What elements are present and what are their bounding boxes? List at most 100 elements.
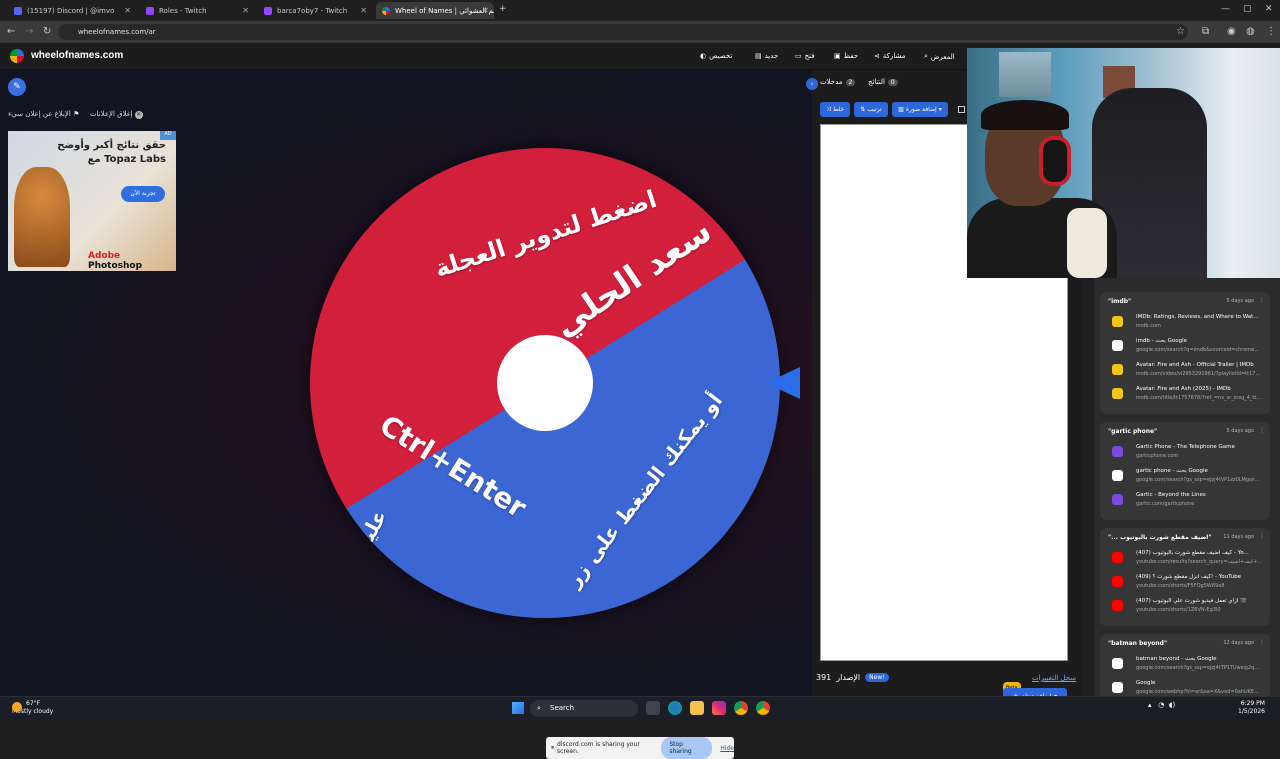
- site-logo-text[interactable]: wheelofnames.com: [31, 50, 123, 61]
- wheel-logo-icon[interactable]: [10, 49, 24, 63]
- instagram-icon[interactable]: [712, 701, 726, 715]
- wheel-area: ✎ إغلاق الإعلانات ✕ الإبلاغ عن إعلان سيء…: [0, 70, 812, 759]
- history-item[interactable]: Google google.com/webhp?hl=ar&sa=X&ved=0a…: [1108, 678, 1268, 696]
- more-options-icon[interactable]: ⋮: [1259, 639, 1265, 646]
- hide-share-bar-button[interactable]: Hide: [720, 745, 734, 752]
- shuffle-button[interactable]: ⤨ خلط: [820, 102, 850, 117]
- spinning-wheel[interactable]: سعد الحلي اضغط لتدوير العجلة أو يمكنك ال…: [310, 148, 780, 618]
- chrome-icon[interactable]: [734, 701, 748, 715]
- menu-dots-icon[interactable]: ⋮: [1266, 26, 1276, 37]
- save-button[interactable]: ▣ حفظ: [834, 52, 858, 60]
- advanced-checkbox[interactable]: [958, 106, 965, 113]
- tab-entries[interactable]: مدخلات 2: [820, 78, 856, 86]
- chevron-up-icon: ▴: [1148, 701, 1152, 709]
- history-item[interactable]: Gartic - Beyond the Lines gartic.com/gart…: [1108, 490, 1268, 512]
- history-item[interactable]: (407) كيف اضيف مقطع شورت باليوتيوب - Yo.…: [1108, 548, 1268, 570]
- changelog-link[interactable]: سجل التغييرات: [1032, 674, 1076, 682]
- browser-tab-wheel[interactable]: Wheel of Names | عجلة الاسم العشوائي ✕: [376, 2, 494, 19]
- twitch-icon: [264, 6, 272, 15]
- chrome-profile-icon[interactable]: [756, 701, 770, 715]
- browser-tab-roles[interactable]: Roles - Twitch ✕: [140, 2, 254, 19]
- edit-pencil-button[interactable]: ✎: [8, 78, 26, 96]
- shuffle-icon: ⤨: [825, 105, 831, 113]
- chevron-right-icon: ›: [806, 78, 818, 90]
- profile-avatar-icon[interactable]: ◍: [1246, 26, 1255, 37]
- history-group-age: 11 days ago: [1223, 534, 1254, 540]
- edge-icon[interactable]: [668, 701, 682, 715]
- browser-tab-barca[interactable]: barca7oby7 - Twitch ✕: [258, 2, 372, 19]
- history-item[interactable]: Avatar: Fire and Ash (2025) - IMDb imdb.c…: [1108, 384, 1268, 406]
- close-tab-icon[interactable]: ✕: [482, 6, 489, 15]
- browser-tab-discord[interactable]: (15197) Discord | @imvo ✕: [8, 2, 136, 19]
- history-item-url: garticphone.com: [1136, 453, 1179, 459]
- twitch-icon: [146, 6, 154, 15]
- gallery-button[interactable]: ⌕ المعرض: [924, 52, 955, 61]
- history-group-query[interactable]: "imdb": [1108, 298, 1131, 305]
- ad-headline: حقق نتائج أكبر وأوضح مع Topaz Labs: [57, 140, 166, 165]
- advertisement-banner[interactable]: حقق نتائج أكبر وأوضح مع Topaz Labs تجربة…: [8, 131, 176, 271]
- system-tray[interactable]: ▴ ◔ ◖): [1148, 701, 1175, 709]
- new-button[interactable]: ▤ جديد: [755, 52, 778, 60]
- tab-results[interactable]: النتائج 0: [868, 78, 898, 86]
- weather-widget[interactable]: 67°F Mostly cloudy: [12, 700, 53, 716]
- task-view-icon[interactable]: [646, 701, 660, 715]
- history-group-query[interactable]: "batman beyond": [1108, 640, 1167, 647]
- start-button[interactable]: [512, 702, 524, 714]
- open-button[interactable]: ▭ فتح: [795, 52, 815, 60]
- maximize-icon[interactable]: ▢: [1243, 4, 1252, 14]
- report-ad-link[interactable]: الإبلاغ عن إعلان سيء ⚑: [8, 110, 79, 118]
- file-explorer-icon[interactable]: [690, 701, 704, 715]
- wheel-logo-icon: [382, 6, 390, 15]
- more-options-icon[interactable]: ⋮: [1259, 533, 1265, 540]
- history-item[interactable]: (407) ازاي تعمل فيديو شورت علي اليوتيوب …: [1108, 596, 1268, 618]
- history-item[interactable]: gartic phone - بحث Google google.com/sear…: [1108, 466, 1268, 488]
- more-options-icon[interactable]: ⋮: [1259, 297, 1265, 304]
- history-panel: "imdb" 5 days ago ⋮ IMDb: Ratings, Reviews,…: [1094, 278, 1280, 696]
- minimize-icon[interactable]: —: [1221, 4, 1230, 14]
- speaker-icon: ◖): [1168, 701, 1176, 709]
- close-tab-icon[interactable]: ✕: [242, 6, 249, 15]
- close-ads-link[interactable]: إغلاق الإعلانات ✕: [90, 110, 143, 119]
- wheel-center-hub[interactable]: [497, 335, 593, 431]
- back-icon[interactable]: ←: [7, 26, 15, 37]
- ad-cta-button[interactable]: تجربة الآن: [121, 186, 165, 202]
- taskbar-search[interactable]: ⌕ Search: [530, 700, 638, 717]
- history-item[interactable]: imdb - بحث Google google.com/search?q=imd…: [1108, 336, 1268, 358]
- url-input[interactable]: wheelofnames.com/ar: [58, 24, 1188, 40]
- add-image-button[interactable]: ▨ إضافة صورة ▾: [892, 102, 948, 117]
- profile-icon[interactable]: ◉: [1227, 26, 1236, 37]
- ad-brand: Adobe Photoshop: [88, 251, 143, 271]
- stop-sharing-button[interactable]: Stop sharing: [661, 737, 713, 759]
- history-item[interactable]: Avatar: Fire and Ash - Official Trailer …: [1108, 360, 1268, 382]
- bookmark-star-icon[interactable]: ☆: [1176, 26, 1185, 37]
- sort-button[interactable]: ⇅ ترتيب: [854, 102, 888, 117]
- forward-icon[interactable]: →: [25, 26, 33, 37]
- history-item-title: gartic phone - بحث Google: [1136, 468, 1208, 474]
- history-item[interactable]: Gartic Phone - The Telephone Game garticp…: [1108, 442, 1268, 464]
- wheel-keyboard-keys: Ctrl+Enter: [373, 408, 533, 525]
- site-favicon-icon: [1112, 446, 1123, 457]
- collapse-panel-button[interactable]: ›: [806, 78, 818, 90]
- more-options-icon[interactable]: ⋮: [1259, 427, 1265, 434]
- sort-icon: ⇅: [860, 106, 866, 113]
- new-tab-icon[interactable]: +: [499, 4, 507, 14]
- extensions-icon[interactable]: ⧉: [1202, 26, 1209, 37]
- address-bar-row: ← → ↻ wheelofnames.com/ar ☆ ⧉ ◉ ◍ ⋮: [0, 21, 1280, 43]
- history-item[interactable]: IMDb: Ratings, Reviews, and Where to Wat…: [1108, 312, 1268, 334]
- reload-icon[interactable]: ↻: [43, 26, 51, 37]
- history-item-title: (407) ازاي تعمل فيديو شورت علي اليوتيوب …: [1136, 598, 1247, 604]
- history-group-query[interactable]: "gartic phone": [1108, 428, 1157, 435]
- customize-button[interactable]: ◐ تخصيص: [700, 52, 732, 60]
- history-item[interactable]: batman beyond - بحث Google google.com/sea…: [1108, 654, 1268, 676]
- version-info: 391 الإصدار New!: [816, 673, 889, 682]
- close-window-icon[interactable]: ✕: [1265, 4, 1273, 14]
- ad-badge[interactable]: AD: [160, 131, 176, 140]
- taskbar-clock[interactable]: 6:29 PM 1/5/2026: [1238, 700, 1265, 716]
- history-item[interactable]: (409) كيف انزل مقطع شورت ؟! - YouTube you…: [1108, 572, 1268, 594]
- fleece-image: [1067, 208, 1107, 278]
- close-tab-icon[interactable]: ✕: [124, 6, 131, 15]
- close-tab-icon[interactable]: ✕: [360, 6, 367, 15]
- new-badge: New!: [865, 673, 889, 682]
- share-button[interactable]: ⋖ مشاركة: [874, 52, 905, 60]
- history-group-query[interactable]: "... اضيف مقطع شورت باليوتيوب": [1108, 534, 1212, 541]
